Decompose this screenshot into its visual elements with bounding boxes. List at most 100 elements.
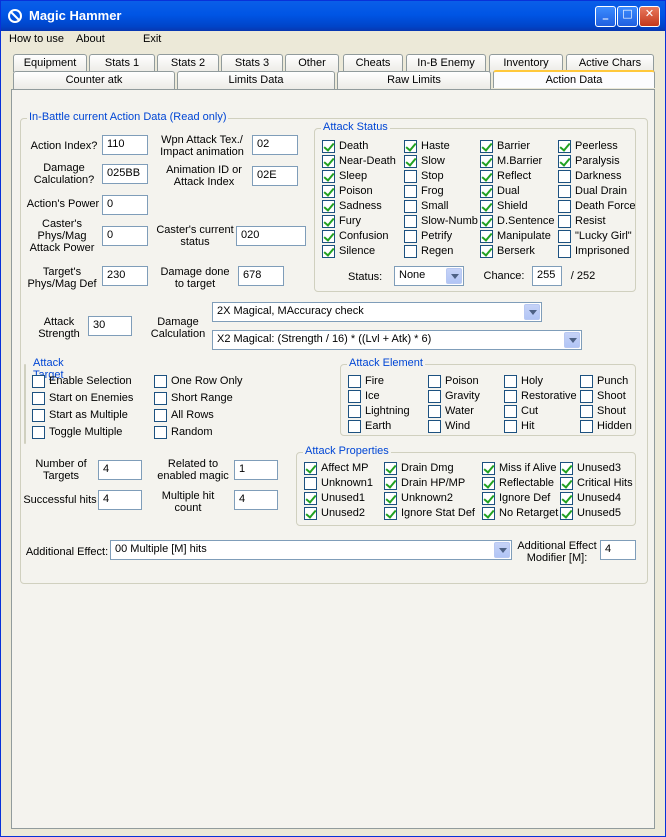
checkmark-icon[interactable] bbox=[480, 230, 493, 243]
attack-property-checkbox[interactable]: No Retarget bbox=[482, 507, 558, 521]
successful-hits-field[interactable]: 4 bbox=[98, 490, 142, 510]
tab-stats-2[interactable]: Stats 2 bbox=[157, 54, 219, 72]
attack-element-checkbox[interactable]: Holy bbox=[504, 375, 543, 389]
target-def-field[interactable]: 230 bbox=[102, 266, 148, 286]
attack-status-checkbox[interactable]: Shield bbox=[480, 200, 528, 214]
checkbox-empty-icon[interactable] bbox=[504, 405, 517, 418]
damage-calc-field[interactable]: 025BB bbox=[102, 164, 148, 184]
num-targets-field[interactable]: 4 bbox=[98, 460, 142, 480]
attack-status-checkbox[interactable]: M.Barrier bbox=[480, 155, 542, 169]
checkbox-empty-icon[interactable] bbox=[404, 245, 417, 258]
checkbox-empty-icon[interactable] bbox=[304, 477, 317, 490]
attack-element-checkbox[interactable]: Fire bbox=[348, 375, 384, 389]
checkmark-icon[interactable] bbox=[322, 230, 335, 243]
checkmark-icon[interactable] bbox=[384, 492, 397, 505]
checkbox-empty-icon[interactable] bbox=[428, 375, 441, 388]
menu-about[interactable]: About bbox=[76, 33, 105, 45]
checkmark-icon[interactable] bbox=[560, 462, 573, 475]
checkmark-icon[interactable] bbox=[480, 155, 493, 168]
menu-exit[interactable]: Exit bbox=[143, 33, 161, 45]
menu-how-to-use[interactable]: How to use bbox=[9, 33, 64, 45]
attack-status-checkbox[interactable]: Haste bbox=[404, 140, 450, 154]
checkbox-empty-icon[interactable] bbox=[504, 375, 517, 388]
checkmark-icon[interactable] bbox=[482, 507, 495, 520]
checkbox-empty-icon[interactable] bbox=[154, 409, 167, 422]
damage-done-field[interactable]: 678 bbox=[238, 266, 284, 286]
attack-status-checkbox[interactable]: Slow-Numb bbox=[404, 215, 478, 229]
attack-property-checkbox[interactable]: Unused1 bbox=[304, 492, 365, 506]
attack-element-checkbox[interactable]: Shoot bbox=[580, 390, 626, 404]
attack-element-checkbox[interactable]: Poison bbox=[428, 375, 479, 389]
attack-status-checkbox[interactable]: Death Force bbox=[558, 200, 636, 214]
attack-element-checkbox[interactable]: Hidden bbox=[580, 420, 632, 434]
checkmark-icon[interactable] bbox=[480, 200, 493, 213]
checkbox-empty-icon[interactable] bbox=[32, 426, 45, 439]
effect-modifier-field[interactable]: 4 bbox=[600, 540, 636, 560]
multiple-hit-field[interactable]: 4 bbox=[234, 490, 278, 510]
tab-limits-data[interactable]: Limits Data bbox=[177, 71, 335, 89]
checkbox-empty-icon[interactable] bbox=[558, 200, 571, 213]
checkbox-empty-icon[interactable] bbox=[428, 420, 441, 433]
checkmark-icon[interactable] bbox=[322, 215, 335, 228]
attack-element-checkbox[interactable]: Water bbox=[428, 405, 474, 419]
checkmark-icon[interactable] bbox=[482, 492, 495, 505]
close-button[interactable]: ✕ bbox=[639, 6, 660, 27]
checkbox-empty-icon[interactable] bbox=[348, 375, 361, 388]
chance-field[interactable]: 255 bbox=[532, 266, 562, 286]
attack-status-checkbox[interactable]: Berserk bbox=[480, 245, 535, 259]
attack-status-checkbox[interactable]: Dual Drain bbox=[558, 185, 627, 199]
attack-element-checkbox[interactable]: Earth bbox=[348, 420, 391, 434]
chevron-down-icon[interactable] bbox=[524, 304, 540, 320]
checkbox-empty-icon[interactable] bbox=[154, 426, 167, 439]
animation-id-field[interactable]: 02E bbox=[252, 166, 298, 186]
wpn-attack-field[interactable]: 02 bbox=[252, 135, 298, 155]
checkbox-empty-icon[interactable] bbox=[404, 170, 417, 183]
checkbox-empty-icon[interactable] bbox=[32, 375, 45, 388]
attack-element-checkbox[interactable]: Cut bbox=[504, 405, 538, 419]
attack-target-checkbox[interactable]: Start as Multiple bbox=[32, 409, 128, 423]
attack-strength-field[interactable]: 30 bbox=[88, 316, 132, 336]
checkmark-icon[interactable] bbox=[560, 477, 573, 490]
checkmark-icon[interactable] bbox=[482, 462, 495, 475]
checkmark-icon[interactable] bbox=[384, 477, 397, 490]
attack-status-checkbox[interactable]: D.Sentence bbox=[480, 215, 554, 229]
related-magic-field[interactable]: 1 bbox=[234, 460, 278, 480]
checkmark-icon[interactable] bbox=[304, 492, 317, 505]
checkmark-icon[interactable] bbox=[384, 462, 397, 475]
checkbox-empty-icon[interactable] bbox=[428, 390, 441, 403]
caster-attack-field[interactable]: 0 bbox=[102, 226, 148, 246]
attack-status-checkbox[interactable]: Frog bbox=[404, 185, 444, 199]
tab-equipment[interactable]: Equipment bbox=[13, 54, 87, 72]
checkmark-icon[interactable] bbox=[404, 155, 417, 168]
attack-status-checkbox[interactable]: Small bbox=[404, 200, 449, 214]
attack-property-checkbox[interactable]: Drain Dmg bbox=[384, 462, 454, 476]
checkmark-icon[interactable] bbox=[560, 507, 573, 520]
attack-status-checkbox[interactable]: Slow bbox=[404, 155, 445, 169]
attack-element-checkbox[interactable]: Wind bbox=[428, 420, 470, 434]
checkmark-icon[interactable] bbox=[304, 462, 317, 475]
checkbox-empty-icon[interactable] bbox=[558, 245, 571, 258]
checkbox-empty-icon[interactable] bbox=[428, 405, 441, 418]
tab-cheats[interactable]: Cheats bbox=[343, 54, 403, 72]
tab-stats-3[interactable]: Stats 3 bbox=[221, 54, 283, 72]
tab-action-data[interactable]: Action Data bbox=[493, 70, 655, 88]
damage-calc-select-1[interactable]: 2X Magical, MAccuracy check bbox=[212, 302, 542, 322]
action-index-field[interactable]: 110 bbox=[102, 135, 148, 155]
checkbox-empty-icon[interactable] bbox=[404, 230, 417, 243]
attack-status-checkbox[interactable]: Poison bbox=[322, 185, 373, 199]
attack-status-checkbox[interactable]: Sadness bbox=[322, 200, 382, 214]
attack-target-checkbox[interactable]: Enable Selection bbox=[32, 375, 132, 389]
checkbox-empty-icon[interactable] bbox=[404, 185, 417, 198]
checkbox-empty-icon[interactable] bbox=[558, 185, 571, 198]
attack-target-checkbox[interactable]: Start on Enemies bbox=[32, 392, 133, 406]
attack-status-checkbox[interactable]: Sleep bbox=[322, 170, 367, 184]
checkmark-icon[interactable] bbox=[480, 215, 493, 228]
tab-raw-limits[interactable]: Raw Limits bbox=[337, 71, 491, 89]
checkbox-empty-icon[interactable] bbox=[558, 215, 571, 228]
checkmark-icon[interactable] bbox=[322, 140, 335, 153]
attack-status-checkbox[interactable]: Silence bbox=[322, 245, 375, 259]
attack-status-checkbox[interactable]: Barrier bbox=[480, 140, 530, 154]
attack-status-checkbox[interactable]: Fury bbox=[322, 215, 361, 229]
minimize-button[interactable]: _ bbox=[595, 6, 616, 27]
attack-status-checkbox[interactable]: Dual bbox=[480, 185, 520, 199]
